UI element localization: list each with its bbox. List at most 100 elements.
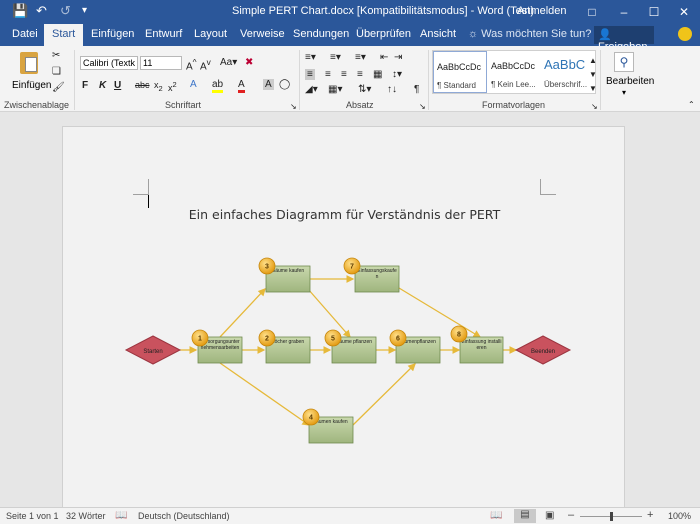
tab-verweise[interactable]: Verweise bbox=[240, 28, 285, 40]
paragraph-dialog-launcher-icon[interactable]: ↘ bbox=[419, 102, 426, 111]
tab-entwurf[interactable]: Entwurf bbox=[145, 28, 182, 40]
undo-icon[interactable]: ↶ bbox=[36, 3, 47, 19]
tell-me-search[interactable]: ☼ Was möchten Sie tun? bbox=[468, 28, 591, 40]
styles-scroll-up-icon[interactable]: ▲ bbox=[589, 56, 597, 65]
subscript-icon[interactable]: x2 bbox=[154, 80, 163, 93]
show-formatting-icon[interactable]: ¶ bbox=[414, 84, 419, 95]
tab-ansicht[interactable]: Ansicht bbox=[420, 28, 456, 40]
font-dialog-launcher-icon[interactable]: ↘ bbox=[290, 102, 297, 111]
read-mode-icon[interactable]: 📖 bbox=[490, 510, 502, 521]
connector bbox=[398, 287, 482, 338]
zoom-level[interactable]: 100% bbox=[668, 511, 691, 521]
task-number: 5 bbox=[331, 336, 335, 343]
font-size-combo[interactable]: 11 bbox=[140, 56, 182, 70]
shrink-font-icon[interactable]: Av bbox=[200, 57, 211, 72]
task-node: Blumen kaufen4 bbox=[302, 408, 354, 444]
align-right-icon[interactable]: ≡ bbox=[341, 69, 347, 80]
ribbon-display-icon[interactable]: □ bbox=[580, 2, 604, 22]
font-name-combo[interactable]: Calibri (Textk bbox=[80, 56, 138, 70]
enclose-char-icon[interactable]: ◯ bbox=[279, 79, 290, 90]
minimize-icon[interactable]: – bbox=[612, 2, 636, 22]
close-icon[interactable]: ✕ bbox=[672, 2, 696, 22]
styles-scroll-down-icon[interactable]: ▼ bbox=[589, 70, 597, 79]
tab-layout[interactable]: Layout bbox=[194, 28, 227, 40]
editing-button[interactable]: ⚲ Bearbeiten ▾ bbox=[604, 50, 654, 97]
justify-icon[interactable]: ≡ bbox=[357, 69, 363, 80]
tab-sendungen[interactable]: Sendungen bbox=[293, 28, 349, 40]
style-standard[interactable]: AaBbCcDc ¶ Standard bbox=[433, 51, 487, 93]
highlight-icon[interactable]: ab bbox=[212, 79, 224, 93]
title-bar: 💾 ↶ ↺ ▾ Simple PERT Chart.docx [Kompatib… bbox=[0, 0, 700, 24]
document-page[interactable]: Ein einfaches Diagramm für Verständnis d… bbox=[62, 126, 625, 511]
styles-dialog-launcher-icon[interactable]: ↘ bbox=[591, 102, 598, 111]
zoom-slider-thumb[interactable] bbox=[610, 512, 613, 521]
borders-icon[interactable]: ▦▾ bbox=[328, 84, 342, 95]
font-color-icon[interactable]: A bbox=[238, 79, 245, 93]
cut-icon[interactable]: ✂ bbox=[52, 50, 60, 61]
text-effects-icon[interactable]: A bbox=[190, 79, 197, 90]
proofing-icon[interactable]: 📖 bbox=[115, 510, 127, 521]
align-left-icon[interactable]: ≡ bbox=[305, 69, 315, 80]
decrease-indent-icon[interactable]: ⇤ bbox=[380, 52, 388, 63]
maximize-icon[interactable]: ☐ bbox=[642, 2, 666, 22]
line-spacing-icon[interactable]: ↕▾ bbox=[392, 69, 402, 80]
clear-format-icon[interactable]: ✖ bbox=[245, 57, 253, 68]
bold-icon[interactable]: F bbox=[82, 80, 88, 91]
redo-icon[interactable]: ↺ bbox=[60, 3, 71, 19]
shading-icon[interactable]: ◢▾ bbox=[305, 84, 318, 95]
numbering-icon[interactable]: ≡▾ bbox=[330, 52, 341, 63]
bullets-icon[interactable]: ≡▾ bbox=[305, 52, 316, 63]
group-label-paragraph: Absatz bbox=[346, 100, 374, 110]
feedback-smiley-icon[interactable] bbox=[678, 27, 692, 41]
tab-start[interactable]: Start bbox=[44, 24, 84, 46]
font-size-value: 11 bbox=[143, 58, 153, 68]
print-layout-icon[interactable]: ▤ bbox=[514, 509, 536, 523]
share-button[interactable]: 👤 Freigeben bbox=[594, 26, 654, 53]
align-center-icon[interactable]: ≡ bbox=[325, 69, 331, 80]
change-case-icon[interactable]: Aa▾ bbox=[220, 57, 237, 68]
superscript-icon[interactable]: x2 bbox=[168, 80, 177, 93]
underline-icon[interactable]: U bbox=[114, 80, 121, 91]
zoom-in-icon[interactable]: + bbox=[647, 509, 653, 521]
character-shading-icon[interactable]: A bbox=[263, 79, 274, 90]
zoom-out-icon[interactable]: – bbox=[568, 509, 574, 521]
asian-layout-icon[interactable]: ↑↓ bbox=[387, 84, 397, 95]
styles-more-icon[interactable]: ▼ bbox=[589, 84, 597, 93]
language-indicator[interactable]: Deutsch (Deutschland) bbox=[138, 511, 230, 521]
style-heading-1[interactable]: AaBbC Überschrif... bbox=[541, 51, 595, 93]
strikethrough-icon[interactable]: abc bbox=[135, 80, 150, 90]
group-label-font: Schriftart bbox=[165, 100, 202, 110]
grow-font-icon[interactable]: A^ bbox=[186, 57, 197, 72]
tell-me-text: Was möchten Sie tun? bbox=[481, 28, 592, 40]
word-count[interactable]: 32 Wörter bbox=[66, 511, 106, 521]
italic-icon[interactable]: K bbox=[99, 80, 106, 91]
task-node: Löcher graben2 bbox=[258, 329, 311, 364]
paste-button[interactable]: Einfügen bbox=[12, 50, 51, 94]
separator bbox=[600, 50, 601, 110]
sort-icon[interactable]: ⇅▾ bbox=[358, 84, 371, 95]
increase-indent-icon[interactable]: ⇥ bbox=[394, 52, 402, 63]
task-label: Einfassung installieren bbox=[461, 339, 502, 351]
task-label: Einfassungskaufen bbox=[357, 268, 397, 280]
connector bbox=[352, 363, 416, 426]
customize-qa-icon[interactable]: ▾ bbox=[82, 5, 87, 16]
page-count[interactable]: Seite 1 von 1 bbox=[6, 511, 59, 521]
task-number: 2 bbox=[265, 336, 269, 343]
web-layout-icon[interactable]: ▣ bbox=[545, 510, 554, 521]
copy-icon[interactable]: ❏ bbox=[52, 66, 61, 77]
sign-in-link[interactable]: Anmelden bbox=[517, 5, 567, 17]
save-icon[interactable]: 💾 bbox=[12, 3, 28, 19]
tab-ueberpruefen[interactable]: Überprüfen bbox=[356, 28, 411, 40]
find-icon: ⚲ bbox=[614, 52, 634, 72]
style-no-spacing[interactable]: AaBbCcDc ¶ Kein Lee... bbox=[488, 51, 542, 93]
multilevel-list-icon[interactable]: ≡▾ bbox=[355, 52, 366, 63]
format-painter-icon[interactable]: 🖌 bbox=[52, 82, 65, 93]
distributed-icon[interactable]: ▦ bbox=[373, 69, 382, 80]
style-name: ¶ Kein Lee... bbox=[491, 80, 536, 89]
collapse-ribbon-icon[interactable]: ⌃ bbox=[688, 100, 695, 109]
pert-diagram: Starten Beenden Versorgungsunternehmensa… bbox=[124, 257, 572, 444]
tab-datei[interactable]: Datei bbox=[12, 28, 38, 40]
task-number: 1 bbox=[198, 336, 202, 343]
task-number: 6 bbox=[396, 336, 400, 343]
tab-einfuegen[interactable]: Einfügen bbox=[91, 28, 134, 40]
